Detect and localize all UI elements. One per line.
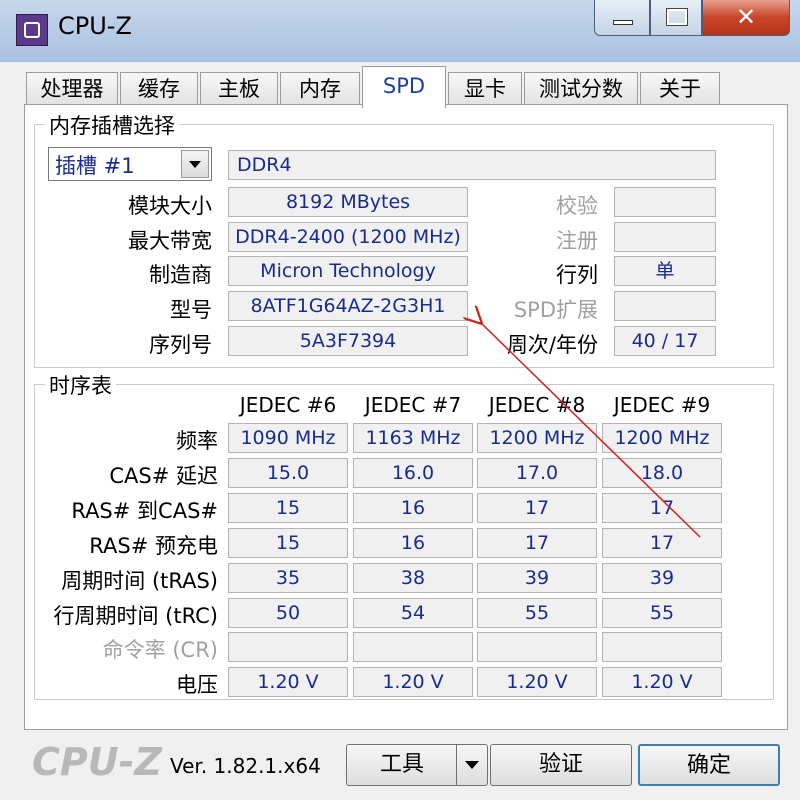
timing-column-header: JEDEC #8 [488, 393, 586, 417]
memory-slot-group-title: 内存插槽选择 [45, 110, 179, 140]
timing-value-cell: 50 [228, 597, 348, 628]
tab-graphics[interactable]: 显卡 [448, 72, 522, 106]
timing-value-cell: 39 [602, 562, 722, 593]
timing-value-cell: 38 [353, 562, 473, 593]
window-title: CPU-Z [58, 12, 132, 40]
slot-select-value: 插槽 #1 [55, 154, 135, 178]
timing-value-cell [602, 632, 722, 663]
registered-value [614, 222, 716, 252]
serial-value: 5A3F7394 [228, 326, 468, 356]
timing-value-cell [228, 632, 348, 663]
timing-column-header: JEDEC #6 [239, 393, 337, 417]
week-year-value: 40 / 17 [614, 326, 716, 356]
timing-value-cell: 16.0 [353, 457, 473, 488]
timing-value-cell: 55 [602, 597, 722, 628]
spd-ext-value [614, 291, 716, 321]
timing-row-label: RAS# 预充电 [89, 533, 218, 558]
timing-value-cell [477, 632, 597, 663]
max-bandwidth-value: DDR4-2400 (1200 MHz) [228, 222, 468, 252]
tab-bar: 处理器 缓存 主板 内存 SPD 显卡 测试分数 关于 [26, 66, 786, 108]
timing-value-cell: 1.20 V [602, 667, 722, 698]
timing-value-cell: 17 [477, 527, 597, 558]
part-number-label: 型号 [170, 298, 212, 322]
chevron-down-icon[interactable] [181, 150, 209, 178]
close-icon: ✕ [735, 3, 757, 31]
module-size-value: 8192 MBytes [228, 187, 468, 217]
correction-label: 校验 [556, 194, 598, 218]
correction-value [614, 187, 716, 217]
maximize-button[interactable] [650, 0, 702, 36]
timing-value-cell: 55 [477, 597, 597, 628]
tab-spd[interactable]: SPD [362, 66, 446, 108]
timing-value-cell: 17 [602, 527, 722, 558]
timing-value-cell: 17 [602, 492, 722, 523]
timing-value-cell [353, 632, 473, 663]
timing-row-label: 周期时间 (tRAS) [61, 568, 218, 593]
serial-label: 序列号 [149, 333, 212, 357]
timing-value-cell: 54 [353, 597, 473, 628]
max-bandwidth-label: 最大带宽 [128, 229, 212, 253]
spd-ext-label: SPD扩展 [513, 298, 598, 322]
tab-cache[interactable]: 缓存 [120, 72, 198, 106]
tab-memory[interactable]: 内存 [280, 72, 360, 106]
timing-value-cell: 35 [228, 562, 348, 593]
validate-button[interactable]: 验证 [490, 744, 632, 786]
timing-column-header: JEDEC #7 [364, 393, 462, 417]
memory-type-field: DDR4 [228, 150, 716, 180]
ranks-value: 单 [614, 256, 716, 286]
timing-value-cell: 15 [228, 527, 348, 558]
week-year-label: 周次/年份 [506, 333, 598, 357]
minimize-button[interactable] [594, 0, 650, 36]
timing-row-label: 电压 [176, 673, 218, 698]
timing-value-cell: 1200 MHz [602, 423, 722, 453]
timing-value-cell: 15 [228, 492, 348, 523]
timing-value-cell: 1200 MHz [477, 423, 597, 453]
timing-value-cell: 16 [353, 527, 473, 558]
tab-bench[interactable]: 测试分数 [524, 72, 638, 106]
cpuz-window: CPU-Z ✕ 处理器 缓存 主板 内存 SPD 显卡 测试分数 关于 内存插槽… [0, 0, 800, 800]
tab-mainboard[interactable]: 主板 [200, 72, 278, 106]
close-button[interactable]: ✕ [702, 0, 790, 36]
timing-value-cell: 1.20 V [477, 667, 597, 698]
ranks-label: 行列 [556, 263, 598, 287]
slot-select[interactable]: 插槽 #1 [48, 147, 212, 181]
timing-value-cell: 18.0 [602, 457, 722, 488]
minimize-icon [613, 20, 633, 25]
tools-dropdown-arrow-icon[interactable] [456, 744, 488, 786]
timing-value-cell: 17.0 [477, 457, 597, 488]
manufacturer-value: Micron Technology [228, 256, 468, 286]
registered-label: 注册 [556, 229, 598, 253]
timing-row-label: 行周期时间 (tRC) [53, 603, 218, 628]
cpuz-logo: CPU-Z [32, 740, 162, 784]
title-bar[interactable]: CPU-Z ✕ [0, 0, 800, 62]
timing-row-label: CAS# 延迟 [109, 463, 218, 488]
part-number-value: 8ATF1G64AZ-2G3H1 [228, 291, 468, 321]
tab-cpu[interactable]: 处理器 [26, 72, 118, 106]
timing-row-label: RAS# 到CAS# [71, 498, 218, 523]
timing-value-cell: 1163 MHz [353, 423, 473, 453]
timing-value-cell: 15.0 [228, 457, 348, 488]
timing-row-label: 命令率 (CR) [102, 638, 218, 663]
app-icon [16, 14, 48, 46]
timing-value-cell: 39 [477, 562, 597, 593]
manufacturer-label: 制造商 [149, 263, 212, 287]
timing-value-cell: 1090 MHz [228, 423, 348, 453]
timings-group-title: 时序表 [45, 370, 116, 400]
tools-button-label: 工具 [379, 752, 424, 777]
timing-row-label: 频率 [176, 429, 218, 453]
timing-column-header: JEDEC #9 [613, 393, 711, 417]
timing-value-cell: 1.20 V [353, 667, 473, 698]
maximize-icon [666, 8, 688, 26]
ok-button[interactable]: 确定 [638, 744, 780, 786]
timing-value-cell: 1.20 V [228, 667, 348, 698]
module-size-label: 模块大小 [128, 194, 212, 218]
tab-about[interactable]: 关于 [640, 72, 720, 106]
timing-value-cell: 16 [353, 492, 473, 523]
version-label: Ver. 1.82.1.x64 [170, 754, 321, 778]
timing-value-cell: 17 [477, 492, 597, 523]
